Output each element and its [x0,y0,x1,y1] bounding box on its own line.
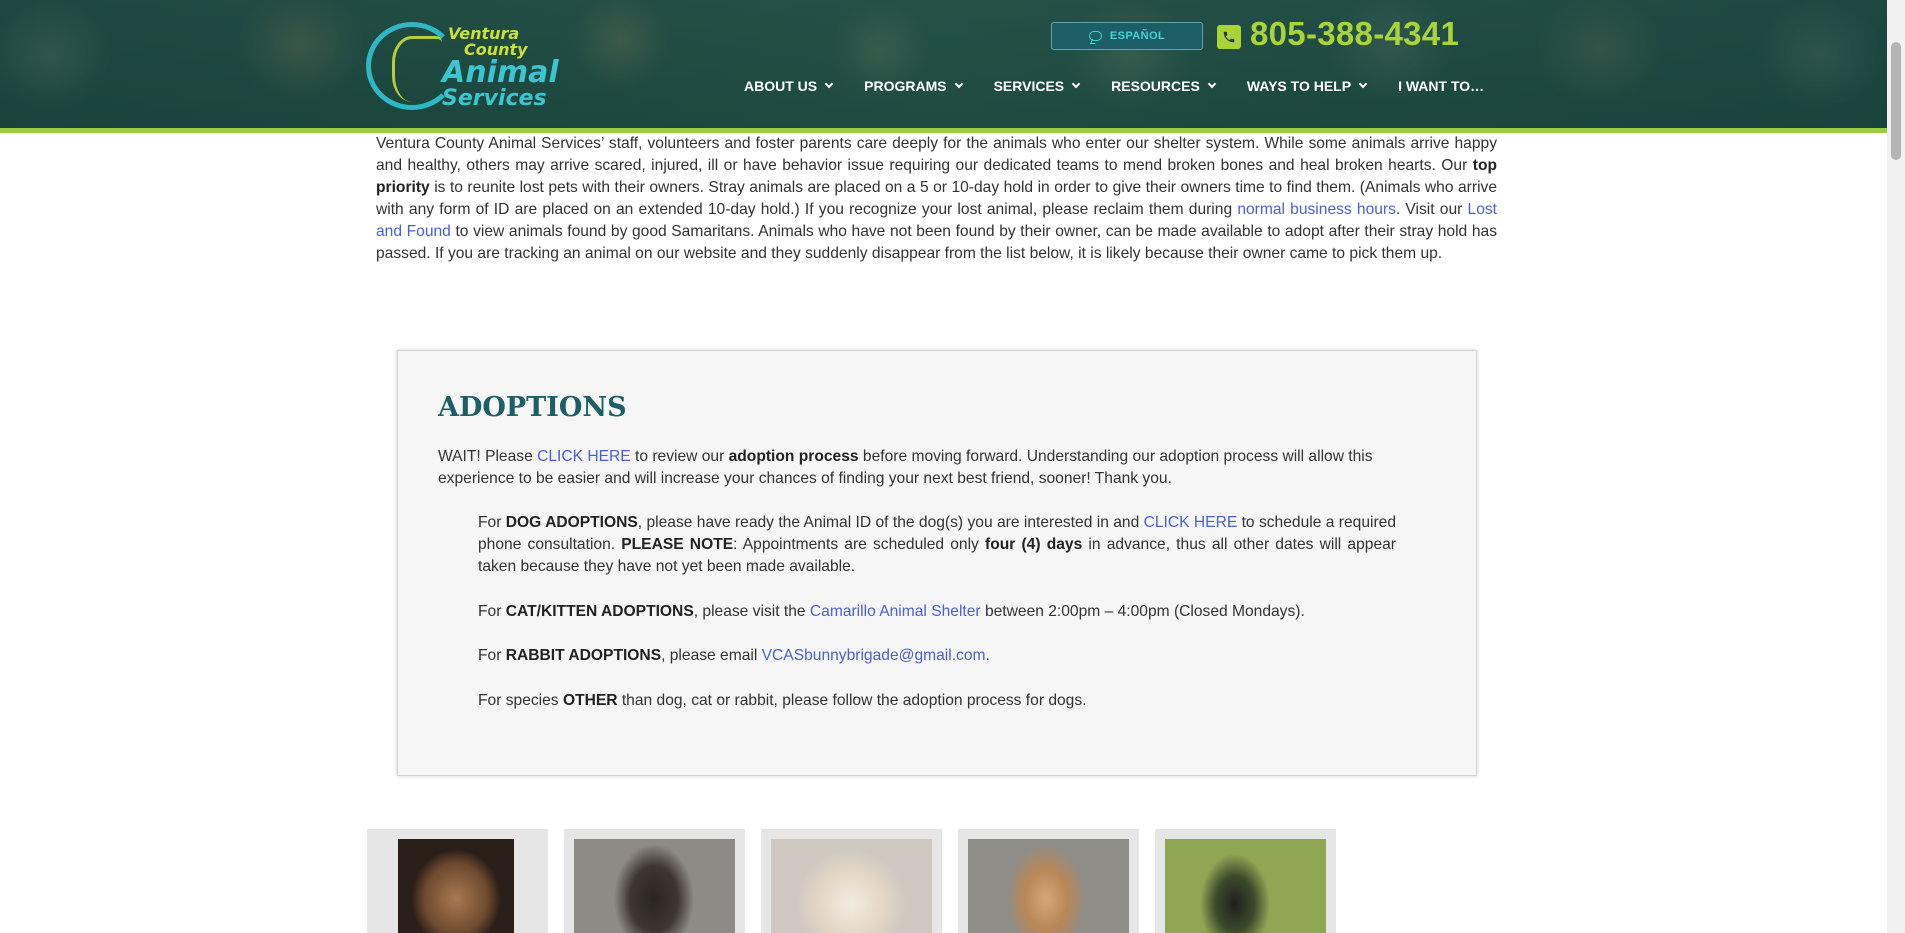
business-hours-link[interactable]: normal business hours [1237,201,1396,218]
animal-photo[interactable] [771,839,932,933]
scrollbar-thumb[interactable] [1891,42,1901,160]
animal-card[interactable] [564,829,745,933]
nav-programs[interactable]: PROGRAMS [864,78,963,94]
chevron-down-icon [954,79,963,89]
nav-ways-to-help[interactable]: WAYS TO HELP [1247,78,1368,94]
logo-text-services: Services [442,86,547,111]
logo-text-animal: Animal [442,55,559,90]
dog-adoptions-paragraph: For DOG ADOPTIONS, please have ready the… [478,514,1396,575]
rabbit-adoptions-paragraph: For RABBIT ADOPTIONS, please email VCASb… [478,647,990,664]
adoption-process-link[interactable]: CLICK HERE [537,448,631,465]
nav-resources[interactable]: RESOURCES [1111,78,1217,94]
cat-adoptions-paragraph: For CAT/KITTEN ADOPTIONS, please visit t… [478,603,1305,620]
nav-about-us[interactable]: ABOUT US [744,78,834,94]
intro-paragraph: Ventura County Animal Services’ staff, v… [376,135,1497,262]
phone-icon [1217,25,1241,49]
chevron-down-icon [824,79,834,89]
nav-i-want-to[interactable]: I WANT TO… [1398,78,1484,94]
schedule-consultation-link[interactable]: CLICK HERE [1144,514,1238,531]
camarillo-shelter-link[interactable]: Camarillo Animal Shelter [810,603,981,620]
adoptions-heading: ADOPTIONS [438,392,627,423]
page-scrollbar[interactable] [1887,0,1905,933]
chevron-down-icon [1071,79,1081,89]
animal-photo[interactable] [574,839,735,933]
animal-card[interactable] [367,829,548,933]
bunny-brigade-email-link[interactable]: VCASbunnybrigade@gmail.com [762,647,986,664]
animal-card[interactable] [1155,829,1336,933]
phone-number-link[interactable]: 805-388-4341 [1250,15,1459,53]
nav-services[interactable]: SERVICES [994,78,1081,94]
animal-photo[interactable] [398,839,514,933]
main-nav: ABOUT US PROGRAMS SERVICES RESOURCES WAY… [744,78,1484,94]
animal-photo[interactable] [1165,839,1326,933]
site-logo[interactable]: Ventura County Animal Services [366,20,559,112]
animal-card[interactable] [761,829,942,933]
espanol-label: ESPAÑOL [1109,30,1166,42]
chat-bubble-icon [1088,31,1102,41]
adoption-intro-paragraph: WAIT! Please CLICK HERE to review our ad… [438,448,1373,487]
animal-photo[interactable] [968,839,1129,933]
chevron-down-icon [1358,79,1368,89]
adoptions-panel: ADOPTIONS WAIT! Please CLICK HERE to rev… [397,350,1477,776]
espanol-button[interactable]: ESPAÑOL [1051,22,1203,50]
other-species-paragraph: For species OTHER than dog, cat or rabbi… [478,692,1087,709]
site-header: Ventura County Animal Services ESPAÑOL 8… [0,0,1887,133]
animal-card[interactable] [958,829,1139,933]
chevron-down-icon [1207,79,1217,89]
